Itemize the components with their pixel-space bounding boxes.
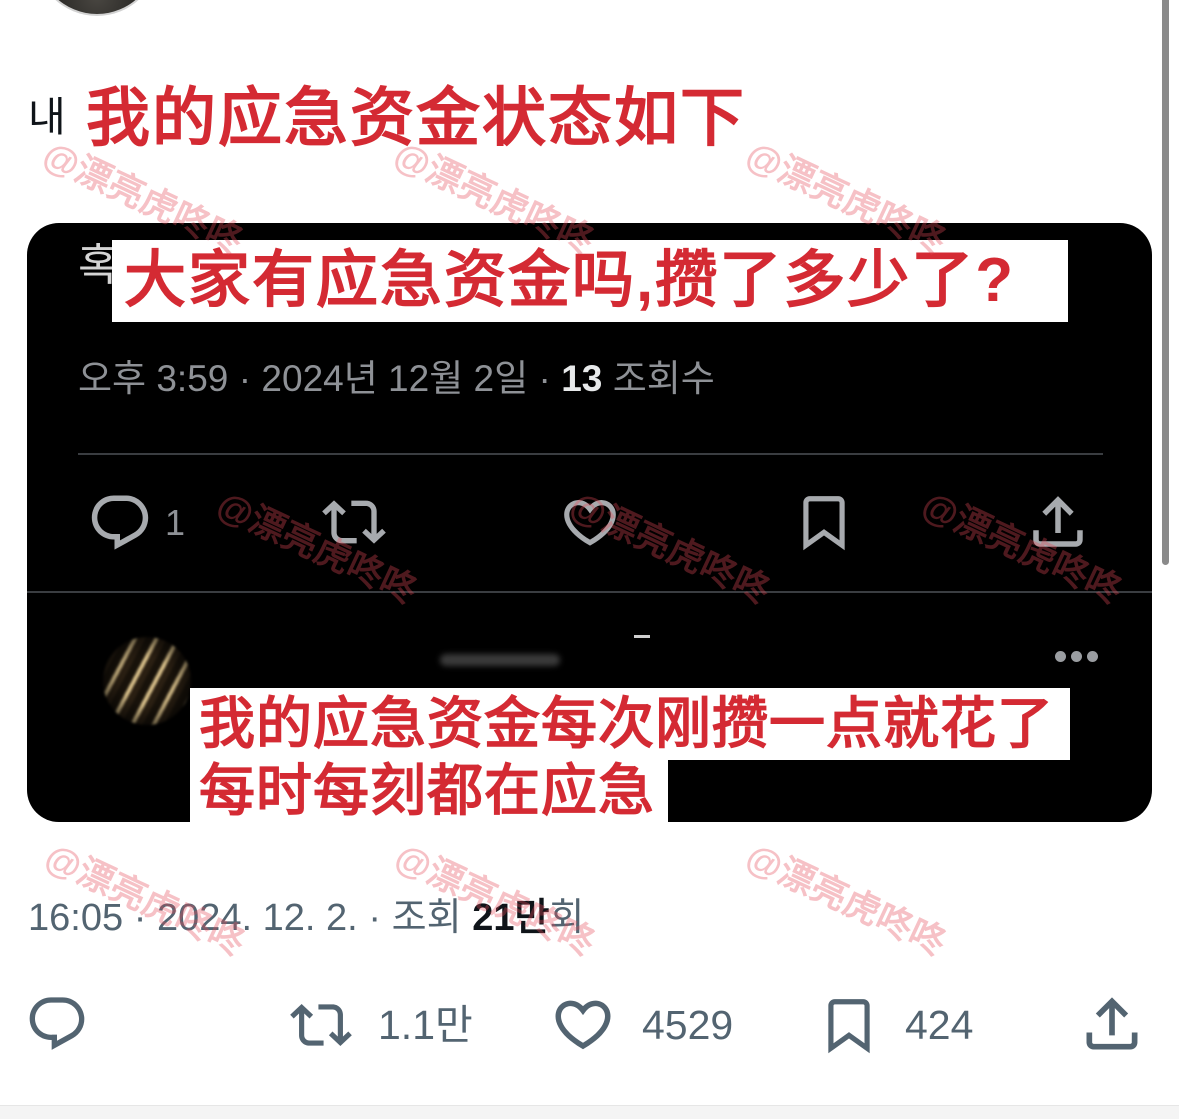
blurred-username (634, 635, 650, 638)
more-options-icon (1055, 651, 1105, 663)
embedded-views-label: 조회수 (612, 358, 715, 399)
embedded-post-meta: 오후 3:59 · 2024년 12월 2일 · 13 조회수 (78, 356, 715, 402)
embedded-views-count: 13 (561, 358, 603, 399)
attached-image[interactable]: 혹 大家有应急资金吗,攒了多少了? 오후 3:59 · 2024년 12월 2일 · 1… (27, 223, 1152, 822)
embedded-post-time: 오후 3:59 (78, 358, 229, 399)
author-avatar[interactable] (37, 0, 157, 14)
views-suffix: 회 (549, 897, 585, 939)
post-caption-overlay: 我的应急资金状态如下 (86, 82, 746, 154)
views-count: 21만 (472, 897, 550, 939)
embedded-divider (27, 591, 1152, 593)
bookmark-icon (793, 491, 855, 553)
heart-icon (559, 491, 621, 553)
like-count[interactable]: 4529 (642, 1000, 733, 1050)
share-icon[interactable] (1078, 990, 1146, 1058)
blurred-username (440, 654, 560, 666)
views-prefix: 조회 (391, 897, 462, 939)
post-date: 2024. 12. 2. (157, 897, 358, 939)
embedded-caption-text: 大家有应急资金吗,攒了多少了? (124, 246, 1016, 315)
meta-separator: · (238, 358, 252, 399)
share-icon (1025, 489, 1091, 555)
bottom-divider (0, 1105, 1179, 1119)
retweet-count[interactable]: 1.1만 (378, 1000, 473, 1050)
reply-icon (87, 490, 153, 556)
meta-separator: · (368, 897, 382, 939)
embedded-divider (78, 453, 1103, 455)
embedded-reply-count: 1 (165, 502, 186, 543)
reply-caption-box: 我的应急资金每次刚攒一点就花了 (190, 688, 1070, 760)
reply-avatar (103, 637, 191, 725)
retweet-icon[interactable] (290, 994, 352, 1056)
heart-icon[interactable] (550, 991, 616, 1057)
reply-caption-line-1: 我的应急资金每次刚攒一点就花了 (199, 692, 1054, 755)
embedded-post-date: 2024년 12월 2일 (261, 358, 529, 399)
reply-caption-box: 每时每刻都在应急 (190, 760, 668, 822)
bookmark-icon[interactable] (818, 994, 880, 1056)
views-link[interactable]: 조회 21만회 (392, 897, 585, 939)
retweet-icon (322, 490, 386, 554)
embedded-caption-box: 大家有应急资金吗,攒了多少了? (112, 240, 1068, 322)
watermark: @漂亮虎咚咚 (740, 835, 953, 964)
meta-separator: · (538, 358, 551, 399)
meta-separator: · (133, 897, 147, 939)
post-meta: 16:05 · 2024. 12. 2. · 조회 21만회 (28, 895, 584, 941)
post-detail-view: 내 我的应急资金状态如下 혹 大家有应急资金吗,攒了多少了? 오후 3:59 · 2… (0, 0, 1179, 1119)
bookmark-count[interactable]: 424 (905, 1000, 973, 1050)
reply-caption-line-2: 每时每刻都在应急 (199, 760, 655, 822)
scrollbar-thumb[interactable] (1162, 0, 1169, 565)
reply-icon[interactable] (25, 992, 89, 1056)
post-text: 내 (28, 94, 66, 140)
post-time: 16:05 (28, 897, 124, 939)
